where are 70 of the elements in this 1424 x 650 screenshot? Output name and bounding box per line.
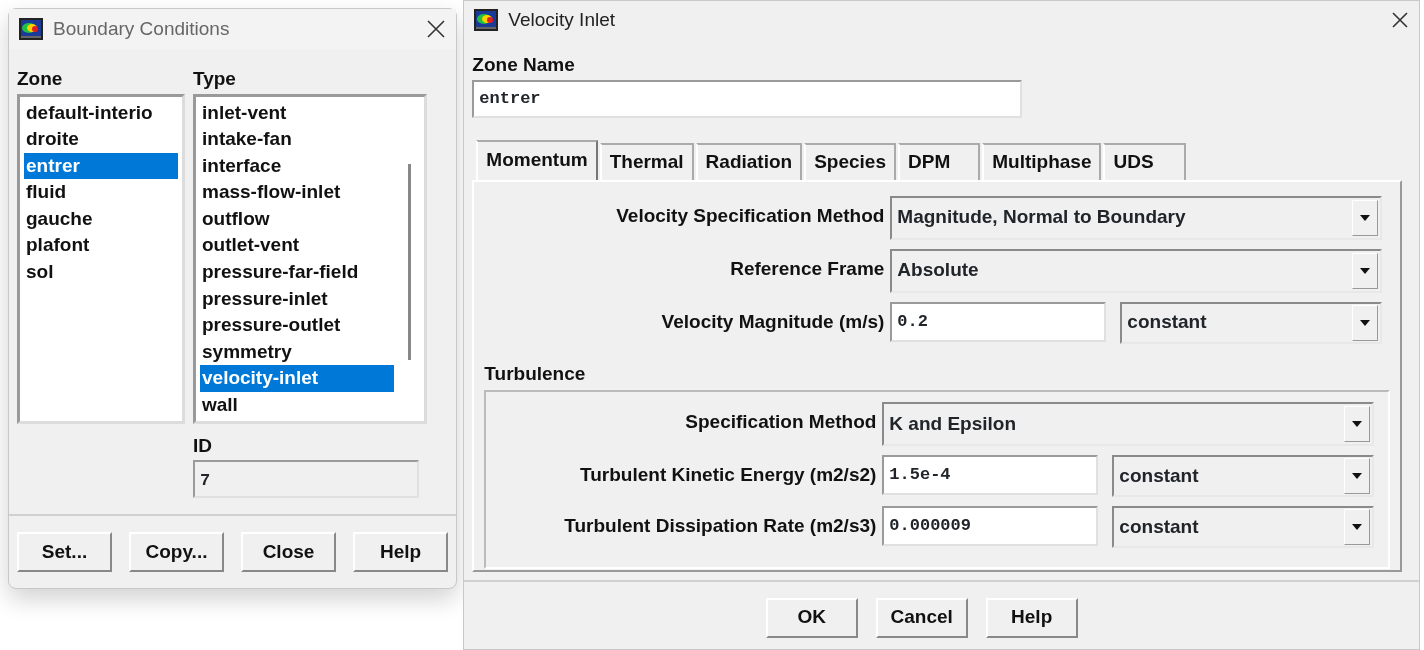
dropdown[interactable]: constant [1112, 506, 1375, 548]
list-item[interactable]: pressure-inlet [200, 285, 394, 313]
list-item[interactable]: default-interio [24, 99, 178, 127]
dropdown[interactable]: Magnitude, Normal to Boundary [890, 195, 1383, 240]
zone-name-field[interactable]: entrer [472, 79, 1023, 118]
close-button[interactable] [1391, 11, 1409, 29]
tab[interactable]: Radiation [695, 142, 803, 180]
list-item[interactable]: gauche [24, 205, 178, 233]
list-item[interactable]: intake-fan [200, 126, 394, 153]
caret-icon [1351, 420, 1364, 428]
caret-icon [1359, 318, 1372, 327]
caret-icon [1359, 213, 1372, 222]
dialog-button[interactable]: Close [241, 532, 336, 572]
list-item[interactable]: entrer [24, 152, 178, 180]
id-label: ID [193, 433, 213, 458]
list-item[interactable]: sol [24, 259, 178, 286]
close-button[interactable] [426, 19, 447, 39]
tab[interactable]: Thermal [599, 142, 694, 180]
caret-icon [1359, 266, 1372, 275]
dialog-button[interactable]: Copy... [129, 532, 224, 572]
list-item[interactable]: droite [24, 126, 178, 153]
list-item[interactable]: outlet-vent [200, 232, 394, 260]
dialog-button[interactable]: Help [985, 597, 1078, 638]
field-label: Turbulent Kinetic Energy (m2/s2) [579, 463, 877, 487]
list-item[interactable]: wall [200, 392, 394, 419]
dropdown[interactable]: Absolute [890, 248, 1383, 293]
tab[interactable]: DPM [898, 142, 981, 180]
field-label: Zone Name [472, 53, 576, 77]
dialog-button[interactable]: OK [765, 597, 858, 638]
list-item[interactable]: mass-flow-inlet [200, 179, 394, 206]
scrollbar-thumb[interactable] [407, 163, 411, 360]
dropdown[interactable]: constant [1120, 301, 1383, 344]
window-title: Velocity Inlet [508, 7, 617, 32]
input-field[interactable]: 0.000009 [882, 506, 1099, 546]
field-label: Velocity Specification Method [615, 203, 885, 228]
tab[interactable]: Momentum [476, 139, 598, 180]
list-item[interactable]: pressure-outlet [200, 312, 394, 339]
window-title: Boundary Conditions [53, 16, 231, 41]
input-field[interactable]: 1.5e-4 [882, 455, 1099, 495]
input-field[interactable]: 0.2 [890, 301, 1107, 342]
list-label: Type [193, 67, 237, 91]
dialog-button[interactable]: Cancel [875, 597, 968, 638]
caret-icon [1351, 472, 1364, 480]
dropdown[interactable]: K and Epsilon [882, 402, 1375, 446]
close-icon [1391, 11, 1409, 29]
tab[interactable]: Multiphase [982, 142, 1102, 180]
list-item[interactable]: plafont [24, 232, 178, 260]
dialog-button[interactable]: Set... [17, 532, 112, 572]
dialog-button[interactable]: Help [353, 532, 448, 572]
list-item[interactable]: pressure-far-field [200, 259, 394, 286]
field-label: Velocity Magnitude (m/s) [660, 309, 885, 334]
dropdown[interactable]: constant [1112, 455, 1375, 497]
list-item[interactable]: inlet-vent [200, 99, 394, 127]
tab[interactable]: Species [804, 142, 896, 180]
list-label: Zone [17, 67, 64, 91]
close-icon [426, 19, 447, 39]
list-item[interactable]: fluid [24, 179, 178, 206]
field-label: Reference Frame [729, 256, 885, 281]
field-label: Specification Method [684, 410, 877, 434]
app-icon [474, 9, 499, 31]
field-label: Turbulent Dissipation Rate (m2/s3) [563, 514, 877, 538]
app-icon [19, 18, 43, 40]
caret-icon [1351, 523, 1364, 531]
id-field: 7 [193, 460, 419, 498]
list-item[interactable]: symmetry [200, 338, 394, 366]
list-item[interactable]: interface [200, 152, 394, 180]
tab[interactable]: UDS [1103, 142, 1186, 180]
section-label: Turbulence [484, 361, 587, 386]
list-item[interactable]: outflow [200, 205, 394, 233]
list-item[interactable]: velocity-inlet [200, 365, 394, 393]
